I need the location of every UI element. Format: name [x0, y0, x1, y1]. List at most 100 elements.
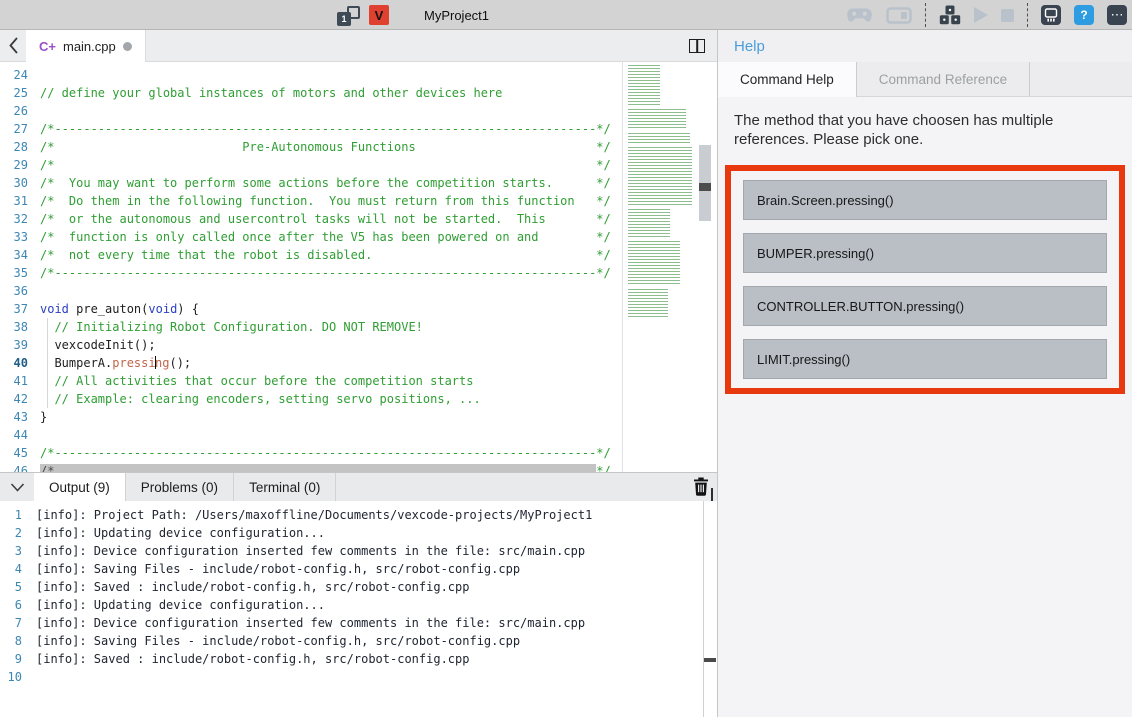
feedback-icon[interactable]: ⋯	[1107, 5, 1127, 25]
toolbar-separator	[925, 3, 926, 27]
line-number: 30	[0, 174, 28, 192]
code-line: 42 // Example: clearing encoders, settin…	[0, 390, 611, 408]
code-line: 26	[0, 102, 611, 120]
vex-logo-icon[interactable]: V	[369, 5, 389, 25]
back-button[interactable]	[0, 30, 26, 61]
console-line-number: 1	[0, 506, 22, 524]
stop-icon[interactable]	[1001, 9, 1014, 22]
code-line: 34/* not every time that the robot is di…	[0, 246, 611, 264]
line-number: 42	[0, 390, 28, 408]
code-line: 38 // Initializing Robot Configuration. …	[0, 318, 611, 336]
method-option-button[interactable]: LIMIT.pressing()	[743, 339, 1107, 379]
device-info-icon[interactable]	[1041, 5, 1061, 25]
line-number: 38	[0, 318, 28, 336]
console-line: 2[info]: Updating device configuration..…	[0, 524, 717, 542]
line-number: 44	[0, 426, 28, 444]
minimap[interactable]	[626, 62, 694, 322]
line-number: 26	[0, 102, 28, 120]
line-number: 35	[0, 264, 28, 282]
line-number: 39	[0, 336, 28, 354]
code-line: 27/*------------------------------------…	[0, 120, 611, 138]
method-option-button[interactable]: BUMPER.pressing()	[743, 233, 1107, 273]
console-line: 7[info]: Device configuration inserted f…	[0, 614, 717, 632]
line-number: 25	[0, 84, 28, 102]
code-line: 44	[0, 426, 611, 444]
console-line: 1[info]: Project Path: /Users/maxoffline…	[0, 506, 717, 524]
code-line: 40 BumperA.pressing();	[0, 354, 611, 372]
console-line-number: 3	[0, 542, 22, 560]
help-icon[interactable]: ?	[1074, 5, 1094, 25]
project-title: MyProject1	[424, 8, 489, 23]
clear-console-button[interactable]	[693, 477, 709, 501]
code-line: 43}	[0, 408, 611, 426]
line-number: 40	[0, 354, 28, 372]
code-line: 25// define your global instances of mot…	[0, 84, 611, 102]
console-line: 4[info]: Saving Files - include/robot-co…	[0, 560, 717, 578]
code-line: 36	[0, 282, 611, 300]
console-line-number: 9	[0, 650, 22, 668]
cpp-file-icon: C+	[39, 39, 56, 54]
tab-command-reference[interactable]: Command Reference	[857, 62, 1030, 96]
method-option-button[interactable]: CONTROLLER.BUTTON.pressing()	[743, 286, 1107, 326]
editor-tabbar: C+ main.cpp	[0, 30, 717, 62]
console-line-number: 10	[0, 668, 22, 686]
console-line-number: 6	[0, 596, 22, 614]
line-number: 28	[0, 138, 28, 156]
file-tab-main-cpp[interactable]: C+ main.cpp	[26, 30, 146, 62]
line-number: 24	[0, 66, 28, 84]
tab-command-help[interactable]: Command Help	[718, 62, 857, 97]
code-line: 29/* */	[0, 156, 611, 174]
scroll-position-mark	[699, 183, 711, 191]
code-editor[interactable]: 2425// define your global instances of m…	[0, 62, 717, 472]
help-tabs: Command HelpCommand Reference	[718, 62, 1132, 97]
code-line: 33/* function is only called once after …	[0, 228, 611, 246]
line-number: 29	[0, 156, 28, 174]
controller-icon[interactable]	[846, 7, 873, 23]
console[interactable]: 1[info]: Project Path: /Users/maxoffline…	[0, 501, 717, 717]
line-number: 36	[0, 282, 28, 300]
code-line: 46/* */	[0, 462, 611, 472]
console-line: 3[info]: Device configuration inserted f…	[0, 542, 717, 560]
line-number: 27	[0, 120, 28, 138]
slot-indicator[interactable]: 1	[337, 5, 360, 27]
modified-dot	[123, 42, 132, 51]
code-line: 28/* Pre-Autonomous Functions */	[0, 138, 611, 156]
console-scrollbar[interactable]	[703, 501, 717, 717]
code-line: 32/* or the autonomous and usercontrol t…	[0, 210, 611, 228]
console-line: 9[info]: Saved : include/robot-config.h,…	[0, 650, 717, 668]
editor-scrollbar[interactable]	[698, 62, 712, 472]
run-icon[interactable]	[974, 7, 988, 23]
line-number: 37	[0, 300, 28, 318]
line-number: 43	[0, 408, 28, 426]
line-number: 45	[0, 444, 28, 462]
toolbar-separator	[1027, 3, 1028, 27]
indent-guide	[47, 318, 48, 408]
panel-tab-problems[interactable]: Problems (0)	[126, 473, 234, 501]
help-panel: Help Command HelpCommand Reference The m…	[717, 30, 1132, 717]
code-line: 39 vexcodeInit();	[0, 336, 611, 354]
split-editor-icon[interactable]	[689, 39, 705, 53]
panel-tab-terminal[interactable]: Terminal (0)	[234, 473, 336, 501]
collapse-panel-button[interactable]	[0, 473, 34, 501]
method-option-button[interactable]: Brain.Screen.pressing()	[743, 180, 1107, 220]
code-line: 30/* You may want to perform some action…	[0, 174, 611, 192]
console-line: 6[info]: Updating device configuration..…	[0, 596, 717, 614]
console-line-number: 8	[0, 632, 22, 650]
console-line: 5[info]: Saved : include/robot-config.h,…	[0, 578, 717, 596]
code-line: 31/* Do them in the following function. …	[0, 192, 611, 210]
line-number: 32	[0, 210, 28, 228]
output-tabbar: Output (9)Problems (0)Terminal (0)	[0, 472, 717, 501]
console-line-number: 7	[0, 614, 22, 632]
panel-tab-output[interactable]: Output (9)	[34, 473, 126, 501]
code-line: 45/*------------------------------------…	[0, 444, 611, 462]
console-line: 8[info]: Saving Files - include/robot-co…	[0, 632, 717, 650]
line-number: 46	[0, 462, 28, 472]
brain-icon[interactable]	[886, 7, 912, 24]
code-line: 41 // All activities that occur before t…	[0, 372, 611, 390]
file-tab-label: main.cpp	[63, 39, 116, 54]
console-line: 10	[0, 668, 717, 686]
download-icon[interactable]	[939, 5, 961, 25]
console-line-number: 5	[0, 578, 22, 596]
code-line: 24	[0, 66, 611, 84]
line-number: 34	[0, 246, 28, 264]
